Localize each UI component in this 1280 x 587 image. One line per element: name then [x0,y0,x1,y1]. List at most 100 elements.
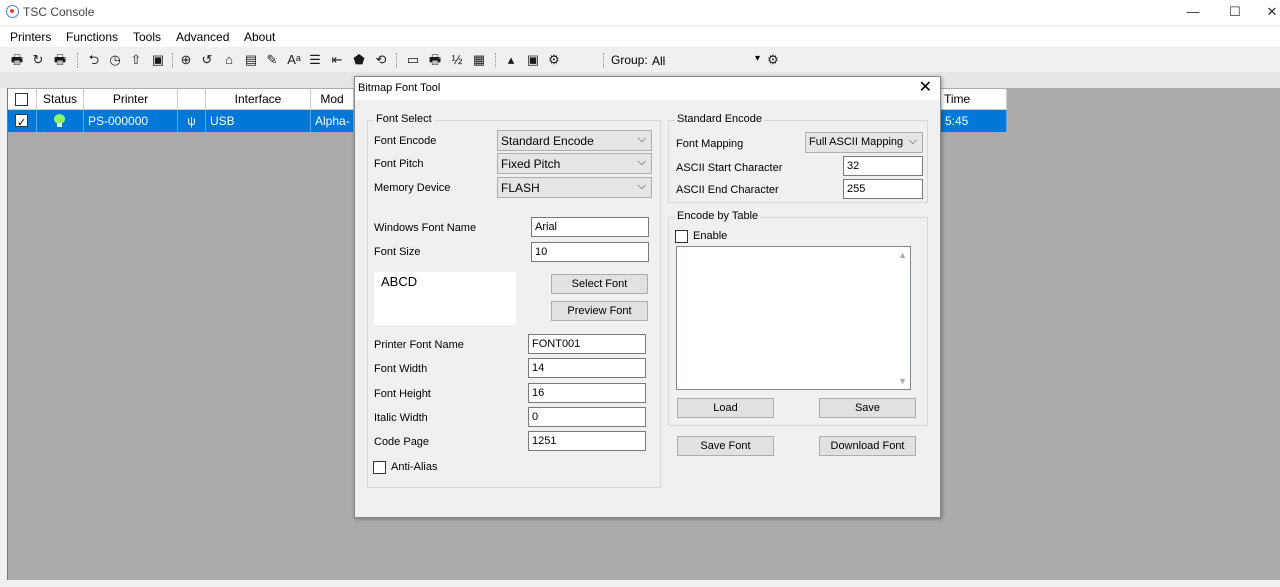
usb-icon: ψ [178,110,206,132]
font-height-label: Font Height [374,388,431,400]
menu-tools[interactable]: Tools [133,30,161,44]
fraction-icon[interactable]: ½ [449,52,465,68]
refresh-icon[interactable]: ↻ [30,52,46,68]
anti-alias-checkbox[interactable] [373,461,386,474]
download-font-button[interactable]: Download Font [819,436,916,456]
target-icon[interactable]: ⊕ [178,52,194,68]
row-checkbox[interactable] [15,112,28,134]
menu-functions[interactable]: Functions [66,30,118,44]
home-icon[interactable]: ⌂ [221,52,237,68]
italic-width-label: Italic Width [374,412,428,424]
save-button[interactable]: Save [819,398,916,418]
standard-encode-group-label: Standard Encode [675,113,765,125]
printer-font-name-field[interactable]: FONT001 [528,334,646,354]
menu-advanced[interactable]: Advanced [176,30,229,44]
history-icon[interactable]: ⟲ [373,52,389,68]
toolbar-separator [396,53,397,67]
dialog-close-icon[interactable]: ✕ [919,79,932,97]
header-status[interactable]: Status [37,89,84,110]
anti-alias-label: Anti-Alias [391,461,438,473]
toolbar: 🖶 ↻ 🖶 ⮌ ◷ ⇧ ▣ ⊕ ↺ ⌂ ▤ ✎ Aᵃ ☰ ⇤ ⬟ ⟲ ▭ 🖶 ½… [0,48,1280,72]
terminal-icon[interactable]: ▭ [405,52,421,68]
encode-table-list[interactable]: ▲ ▼ [676,246,911,390]
status-bulb-icon [54,114,65,128]
user-icon[interactable]: ▴ [503,52,519,68]
header-type[interactable] [178,89,206,110]
menu-bar: Printers Functions Tools Advanced About [0,27,1280,47]
scroll-down-icon[interactable]: ▼ [898,376,907,386]
chevron-down-icon: ⌵ [908,135,917,147]
toolbar-separator [495,53,496,67]
enable-checkbox[interactable] [675,230,688,243]
settings-box-icon[interactable]: ⚙ [546,52,562,68]
select-all-checkbox[interactable] [15,93,28,106]
gear-icon[interactable]: ⚙ [765,52,781,68]
row-status-cell [37,110,84,132]
italic-width-field[interactable]: 0 [528,407,646,427]
ascii-end-field[interactable]: 255 [843,179,923,199]
row-select-cell [8,110,37,134]
font-pitch-label: Font Pitch [374,158,424,170]
code-page-field[interactable]: 1251 [528,431,646,451]
scroll-up-icon[interactable]: ▲ [898,250,907,260]
font-mapping-label: Font Mapping [676,138,744,150]
font-encode-select[interactable]: Standard Encode ⌵ [497,130,652,151]
edit-icon[interactable]: ✎ [264,52,280,68]
group-label: Group: [611,53,648,67]
printer-add-icon[interactable]: 🖶 [52,52,68,68]
header-time[interactable]: Time [941,89,1007,110]
bitmap-font-dialog: Bitmap Font Tool ✕ Font Select Font Enco… [354,76,941,518]
config-icon[interactable]: ▤ [243,52,259,68]
font-icon[interactable]: Aᵃ [286,52,302,68]
printer-icon[interactable]: 🖶 [9,52,25,68]
shield-icon[interactable]: ⬟ [351,52,367,68]
ascii-end-label: ASCII End Character [676,184,779,196]
row-model: Alpha-3 [311,110,354,132]
windows-font-name-field[interactable]: Arial [531,217,649,237]
encode-by-table-group-label: Encode by Table [675,210,761,222]
menu-printers[interactable]: Printers [10,30,51,44]
font-height-field[interactable]: 16 [528,383,646,403]
font-mapping-value: Full ASCII Mapping [809,136,904,148]
report-icon[interactable]: ▦ [471,52,487,68]
upload-icon[interactable]: ⇧ [128,52,144,68]
header-interface[interactable]: Interface [206,89,311,110]
memory-device-select[interactable]: FLASH ⌵ [497,177,652,198]
title-bar: TSC Console — ☐ ✕ [0,0,1280,25]
menu-about[interactable]: About [244,30,275,44]
chevron-down-icon: ⌵ [637,156,646,168]
image-icon[interactable]: ▣ [525,52,541,68]
dialog-title: Bitmap Font Tool [358,82,441,94]
group-select[interactable]: All ▾ [648,51,764,69]
memory-device-label: Memory Device [374,182,451,194]
memory-device-value: FLASH [501,181,540,195]
toolbar-separator [603,53,604,67]
header-printer[interactable]: Printer [84,89,178,110]
preview-font-button[interactable]: Preview Font [551,301,648,321]
font-width-label: Font Width [374,363,428,375]
maximize-button[interactable]: ☐ [1225,3,1245,21]
load-button[interactable]: Load [677,398,774,418]
reset-icon[interactable]: ↺ [199,52,215,68]
font-size-label: Font Size [374,246,421,258]
feed-icon[interactable]: ⮌ [86,52,102,68]
close-window-button[interactable]: ✕ [1262,3,1280,21]
print-job-icon[interactable]: 🖶 [427,52,443,68]
clock-icon[interactable]: ◷ [107,52,123,68]
toolbar-separator [77,53,78,67]
font-encode-value: Standard Encode [501,134,594,148]
font-width-field[interactable]: 14 [528,358,646,378]
font-size-field[interactable]: 10 [531,242,649,262]
font-mapping-select[interactable]: Full ASCII Mapping ⌵ [805,132,923,153]
calibrate-icon[interactable]: ▣ [150,52,166,68]
select-font-button[interactable]: Select Font [551,274,648,294]
font-pitch-select[interactable]: Fixed Pitch ⌵ [497,153,652,174]
list-icon[interactable]: ☰ [307,52,323,68]
row-printer: PS-000000 [84,110,178,132]
minimize-button[interactable]: — [1183,3,1203,21]
header-model[interactable]: Mod [311,89,354,110]
save-font-button[interactable]: Save Font [677,436,774,456]
ascii-start-field[interactable]: 32 [843,156,923,176]
list-back-icon[interactable]: ⇤ [329,52,345,68]
font-select-group-label: Font Select [374,113,434,125]
